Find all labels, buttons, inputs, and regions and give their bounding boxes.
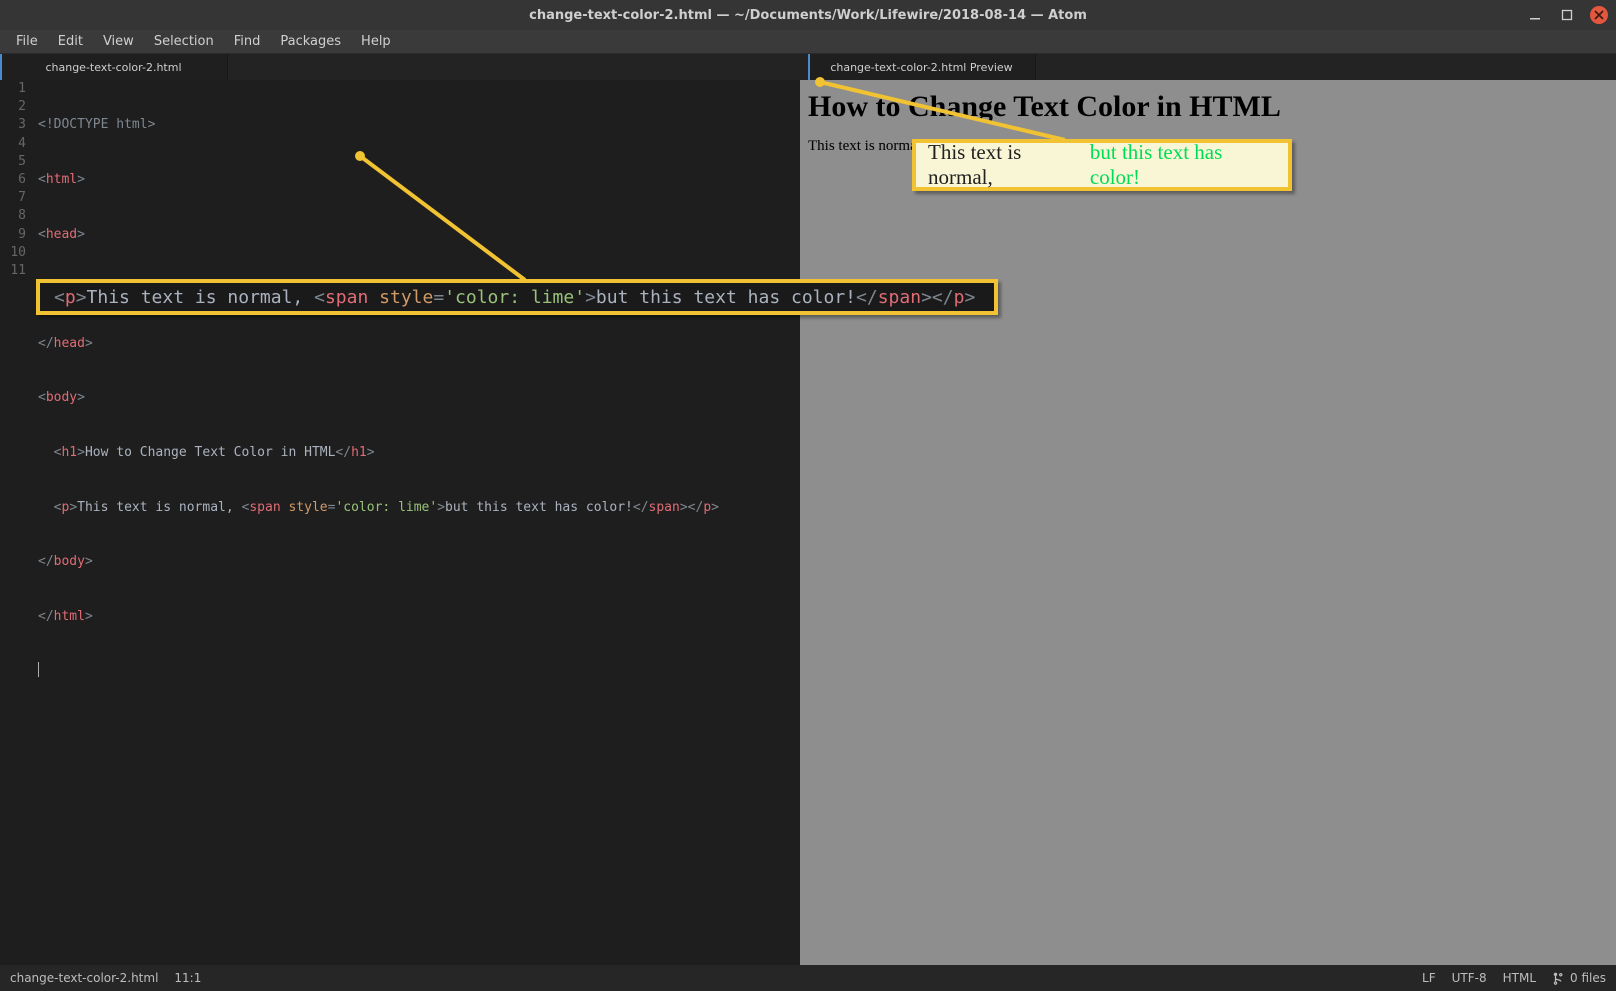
preview-pane: How to Change Text Color in HTML This te…: [800, 80, 1616, 965]
code-area[interactable]: <!DOCTYPE html> <html> <head> </head> <b…: [38, 80, 800, 965]
line-number: 9: [0, 226, 26, 244]
line-number: 7: [0, 189, 26, 207]
code-line: <head>: [38, 226, 800, 244]
menu-file[interactable]: File: [6, 31, 48, 52]
status-git-label: 0 files: [1570, 971, 1606, 985]
tab-editor[interactable]: change-text-color-2.html: [0, 54, 228, 80]
window-titlebar: change-text-color-2.html — ~/Documents/W…: [0, 0, 1616, 30]
menu-help[interactable]: Help: [351, 31, 401, 52]
editor-pane[interactable]: 1 2 3 4 5 6 7 8 9 10 11 <!DOCTYPE html> …: [0, 80, 800, 965]
code-line: </body>: [38, 553, 800, 571]
window-close-button[interactable]: [1590, 6, 1608, 24]
line-number: 11: [0, 262, 26, 280]
code-line: </html>: [38, 608, 800, 626]
line-number: 6: [0, 171, 26, 189]
line-number: 10: [0, 244, 26, 262]
status-cursor-pos[interactable]: 11:1: [174, 971, 201, 985]
code-line: <h1>How to Change Text Color in HTML</h1…: [38, 444, 800, 462]
window-maximize-button[interactable]: [1558, 6, 1576, 24]
preview-paragraph: This text is normal, but this text has c…: [808, 138, 1608, 155]
window-minimize-button[interactable]: [1526, 6, 1544, 24]
status-git[interactable]: 0 files: [1552, 971, 1606, 985]
menu-edit[interactable]: Edit: [48, 31, 93, 52]
tab-preview[interactable]: change-text-color-2.html Preview: [808, 54, 1036, 80]
status-bar: change-text-color-2.html 11:1 LF UTF-8 H…: [0, 965, 1616, 991]
workspace: 1 2 3 4 5 6 7 8 9 10 11 <!DOCTYPE html> …: [0, 80, 1616, 965]
code-line: [38, 280, 800, 298]
menu-find[interactable]: Find: [224, 31, 271, 52]
tab-bar: change-text-color-2.html change-text-col…: [0, 54, 1616, 80]
menu-selection[interactable]: Selection: [144, 31, 224, 52]
code-line: <html>: [38, 171, 800, 189]
menu-view[interactable]: View: [93, 31, 144, 52]
code-line: </head>: [38, 335, 800, 353]
line-number-gutter: 1 2 3 4 5 6 7 8 9 10 11: [0, 80, 32, 965]
code-line: <p>This text is normal, <span style='col…: [38, 499, 800, 517]
window-title: change-text-color-2.html — ~/Documents/W…: [529, 8, 1087, 23]
git-branch-icon: [1552, 971, 1566, 985]
line-number: 3: [0, 116, 26, 134]
line-number: 2: [0, 98, 26, 116]
line-number: 5: [0, 153, 26, 171]
preview-text-plain: This text is normal,: [808, 138, 928, 154]
line-number: 4: [0, 135, 26, 153]
code-line: <body>: [38, 389, 800, 407]
text-cursor: [38, 662, 39, 677]
status-grammar[interactable]: HTML: [1503, 971, 1536, 985]
tab-editor-label: change-text-color-2.html: [45, 61, 181, 74]
status-line-ending[interactable]: LF: [1422, 971, 1436, 985]
tab-preview-label: change-text-color-2.html Preview: [830, 61, 1012, 74]
preview-text-colored: but this text has color!: [928, 138, 1062, 154]
line-number: 8: [0, 207, 26, 225]
code-line: [38, 662, 800, 680]
status-encoding[interactable]: UTF-8: [1452, 971, 1487, 985]
menu-packages[interactable]: Packages: [270, 31, 351, 52]
line-number: 1: [0, 80, 26, 98]
status-file-path[interactable]: change-text-color-2.html: [10, 971, 158, 985]
preview-heading: How to Change Text Color in HTML: [808, 90, 1608, 124]
code-line: <!DOCTYPE html>: [38, 116, 800, 134]
menu-bar: File Edit View Selection Find Packages H…: [0, 30, 1616, 54]
